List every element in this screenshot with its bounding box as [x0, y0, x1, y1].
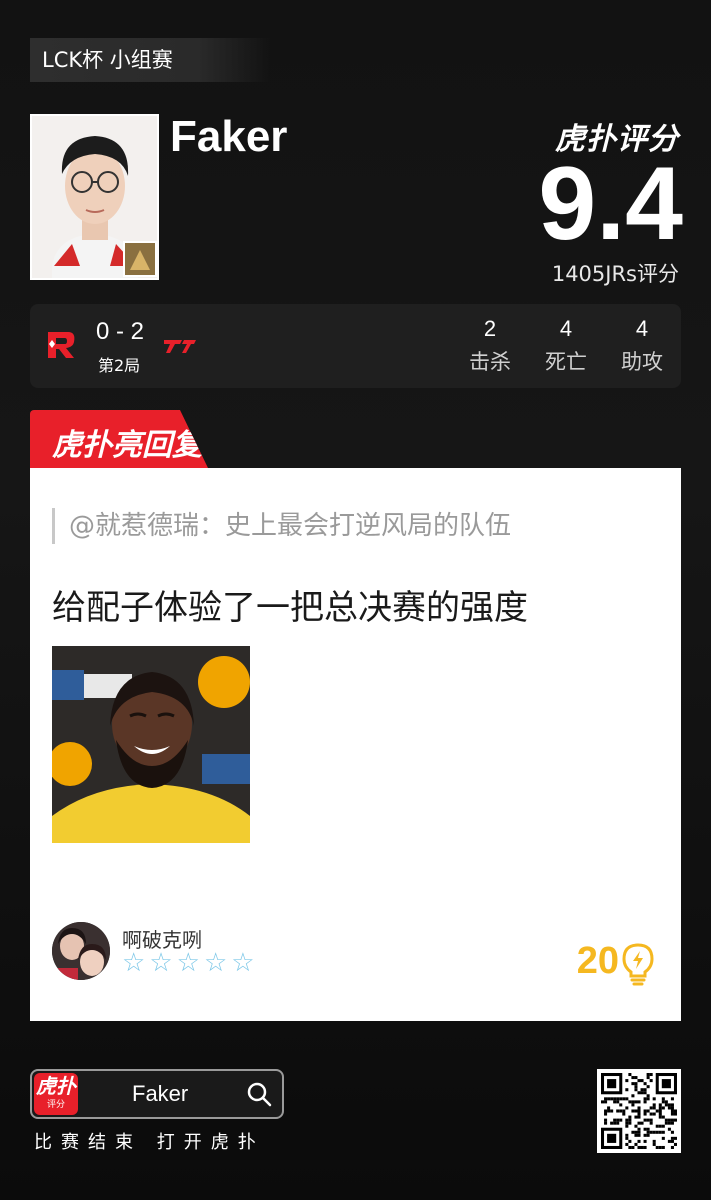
star-icon: ☆ [122, 948, 146, 978]
app-search-box[interactable]: 虎扑 评分 Faker [30, 1069, 284, 1119]
player-name: Faker [170, 112, 288, 161]
search-icon[interactable] [246, 1081, 272, 1107]
hot-reply-banner-label: 虎扑亮回复 [52, 428, 202, 463]
stat-deaths-value: 4 [559, 316, 573, 341]
stat-assists-label: 助攻 [621, 350, 663, 374]
app-icon-main: 虎扑 [36, 1074, 76, 1098]
user-rating-stars: ☆ ☆ ☆ ☆ ☆ [122, 950, 255, 976]
qr-code-pattern [601, 1073, 677, 1149]
reply-image[interactable] [52, 646, 250, 843]
quoted-comment: @就惹德瑞：史上最会打逆风局的队伍 [52, 508, 511, 544]
like-count: 20 [576, 940, 619, 982]
star-icon: ☆ [176, 948, 200, 978]
comment-card[interactable]: @就惹德瑞：史上最会打逆风局的队伍 给配子体验了一把总决赛的强度 啊破克咧 ☆ … [30, 468, 681, 1021]
user-avatar-image [52, 922, 110, 980]
lightbulb-icon[interactable] [621, 942, 655, 986]
app-icon: 虎扑 评分 [34, 1073, 78, 1115]
stat-assists-value: 4 [635, 316, 649, 341]
team-logo-t1 [164, 340, 196, 353]
stat-deaths-label: 死亡 [545, 350, 587, 374]
stat-kills-value: 2 [483, 316, 497, 341]
user-avatar[interactable] [52, 922, 110, 980]
hot-reply-banner: 虎扑亮回复 [30, 410, 208, 468]
open-app-hint: 比赛结束 打开虎扑 [34, 1132, 265, 1153]
search-query[interactable]: Faker [132, 1081, 188, 1107]
league-tag: LCK杯 小组赛 [30, 38, 270, 82]
rating-count: 1405JRs评分 [551, 262, 679, 286]
qr-code[interactable] [597, 1069, 681, 1153]
reply-image-content [52, 646, 250, 843]
team-logo-kt [48, 332, 75, 358]
star-icon: ☆ [149, 948, 173, 978]
rating-score: 9.4 [538, 146, 683, 262]
player-photo [32, 116, 157, 278]
app-icon-sub: 评分 [46, 1100, 65, 1110]
match-summary: 0 - 2 第2局 2 击杀 4 死亡 4 助攻 [30, 304, 681, 388]
stat-kills-label: 击杀 [469, 350, 511, 374]
star-icon: ☆ [203, 948, 228, 978]
match-game-number: 第2局 [98, 356, 141, 375]
match-score: 0 - 2 [96, 318, 145, 345]
stat-kills: 2 击杀 [460, 316, 520, 376]
player-avatar [30, 114, 159, 280]
star-icon: ☆ [231, 948, 255, 978]
stat-assists: 4 助攻 [612, 316, 672, 376]
reply-text: 给配子体验了一把总决赛的强度 [52, 588, 528, 628]
stat-deaths: 4 死亡 [536, 316, 596, 376]
